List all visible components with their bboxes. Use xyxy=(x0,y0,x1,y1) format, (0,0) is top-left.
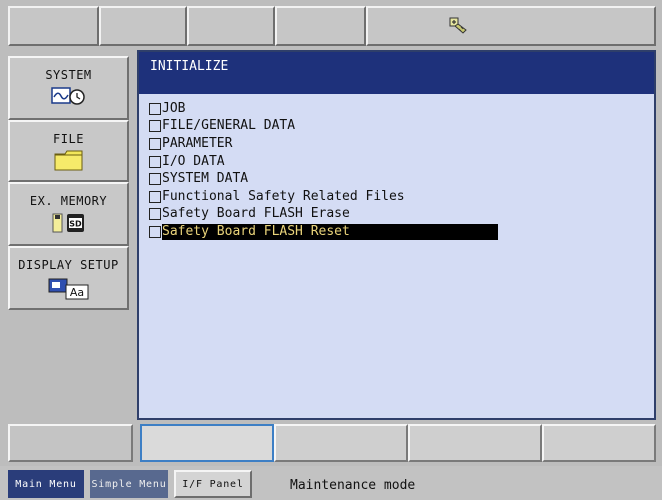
checkbox-safety-board-flash-erase[interactable] xyxy=(149,208,161,221)
function-button-left[interactable] xyxy=(8,424,133,462)
option-functional-safety-files-label: Functional Safety Related Files xyxy=(162,188,405,204)
checkbox-parameter[interactable] xyxy=(149,137,161,150)
menu-display-setup-label: DISPLAY SETUP xyxy=(18,258,119,272)
option-io-data-label: I/O DATA xyxy=(162,153,225,169)
option-file-general-data[interactable]: FILE/GENERAL DATA xyxy=(149,118,498,136)
option-job[interactable]: JOB xyxy=(149,100,498,118)
checkbox-functional-safety-files[interactable] xyxy=(149,190,161,203)
option-system-data[interactable]: SYSTEM DATA xyxy=(149,170,498,188)
system-clock-wave-icon xyxy=(50,87,85,105)
checkbox-file-general-data[interactable] xyxy=(149,120,161,133)
toolbar-status-area xyxy=(366,6,656,46)
page-title: INITIALIZE xyxy=(139,52,654,94)
menu-system[interactable]: SYSTEM xyxy=(8,56,129,120)
toolbar-button-2[interactable] xyxy=(99,6,187,46)
menu-file-label: FILE xyxy=(53,132,84,146)
checkbox-io-data[interactable] xyxy=(149,155,161,168)
option-parameter[interactable]: PARAMETER xyxy=(149,135,498,153)
function-button-2[interactable] xyxy=(274,424,408,462)
toolbar-button-3[interactable] xyxy=(187,6,275,46)
mode-status-text: Maintenance mode xyxy=(290,478,416,493)
menu-ex-memory[interactable]: EX. MEMORY SD xyxy=(8,182,129,246)
option-system-data-label: SYSTEM DATA xyxy=(162,171,249,187)
option-parameter-label: PARAMETER xyxy=(162,135,233,151)
svg-text:Aa: Aa xyxy=(69,286,83,299)
tab-if-panel[interactable]: I/F Panel xyxy=(174,470,252,498)
option-file-general-data-label: FILE/GENERAL DATA xyxy=(162,118,296,134)
pendant-status-icon xyxy=(449,17,467,34)
toolbar-button-4[interactable] xyxy=(275,6,366,46)
function-button-4[interactable] xyxy=(542,424,656,462)
svg-text:SD: SD xyxy=(69,220,82,229)
menu-display-setup[interactable]: DISPLAY SETUP Aa xyxy=(8,246,129,310)
option-io-data[interactable]: I/O DATA xyxy=(149,153,498,171)
menu-ex-memory-label: EX. MEMORY xyxy=(29,194,108,208)
bottom-status-bar: Main Menu Simple Menu I/F Panel Maintena… xyxy=(0,466,662,500)
option-safety-board-flash-erase-label: Safety Board FLASH Erase xyxy=(162,206,350,222)
initialize-panel: INITIALIZE JOB FILE/GENERAL DATA PARAMET… xyxy=(137,50,656,420)
option-job-label: JOB xyxy=(162,100,186,116)
menu-system-label: SYSTEM xyxy=(45,68,92,82)
sd-card-icon: SD xyxy=(52,213,84,233)
checkbox-safety-board-flash-reset[interactable] xyxy=(149,225,161,238)
initialize-options-list: JOB FILE/GENERAL DATA PARAMETER I/O DATA… xyxy=(149,100,498,241)
option-functional-safety-files[interactable]: Functional Safety Related Files xyxy=(149,188,498,206)
function-button-3[interactable] xyxy=(408,424,542,462)
option-safety-board-flash-reset[interactable]: Safety Board FLASH Reset xyxy=(149,223,498,241)
folder-icon xyxy=(54,150,82,171)
toolbar-button-1[interactable] xyxy=(8,6,99,46)
display-text-icon: Aa xyxy=(48,278,88,300)
option-safety-board-flash-erase[interactable]: Safety Board FLASH Erase xyxy=(149,206,498,224)
function-button-1[interactable] xyxy=(140,424,274,462)
checkbox-system-data[interactable] xyxy=(149,173,161,186)
tab-main-menu[interactable]: Main Menu xyxy=(8,470,84,498)
option-safety-board-flash-reset-label: Safety Board FLASH Reset xyxy=(162,223,498,240)
tab-simple-menu[interactable]: Simple Menu xyxy=(90,470,168,498)
menu-file[interactable]: FILE xyxy=(8,120,129,182)
checkbox-job[interactable] xyxy=(149,102,161,115)
